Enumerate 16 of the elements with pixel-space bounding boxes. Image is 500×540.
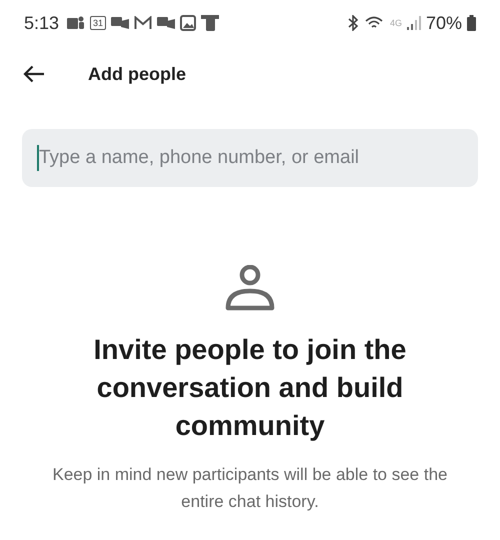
signal-icon xyxy=(406,16,421,30)
text-cursor xyxy=(37,145,39,171)
network-type: 4G xyxy=(390,18,402,28)
mail-icon xyxy=(134,16,152,30)
back-arrow-icon xyxy=(23,65,45,83)
battery-percent: 70% xyxy=(426,12,462,34)
search-field[interactable]: Type a name, phone number, or email xyxy=(22,129,478,187)
image-icon xyxy=(180,15,196,31)
person-icon xyxy=(225,265,275,311)
bluetooth-icon xyxy=(346,15,360,31)
calendar-icon: 31 xyxy=(90,16,106,30)
empty-state-message: Keep in mind new participants will be able to see the entire chat history. xyxy=(51,464,448,513)
status-time: 5:13 xyxy=(24,12,60,34)
battery-icon xyxy=(467,15,476,31)
page-title: Add people xyxy=(88,64,186,84)
empty-state-heading: Invite people to join the conversation and build community xyxy=(92,333,408,443)
